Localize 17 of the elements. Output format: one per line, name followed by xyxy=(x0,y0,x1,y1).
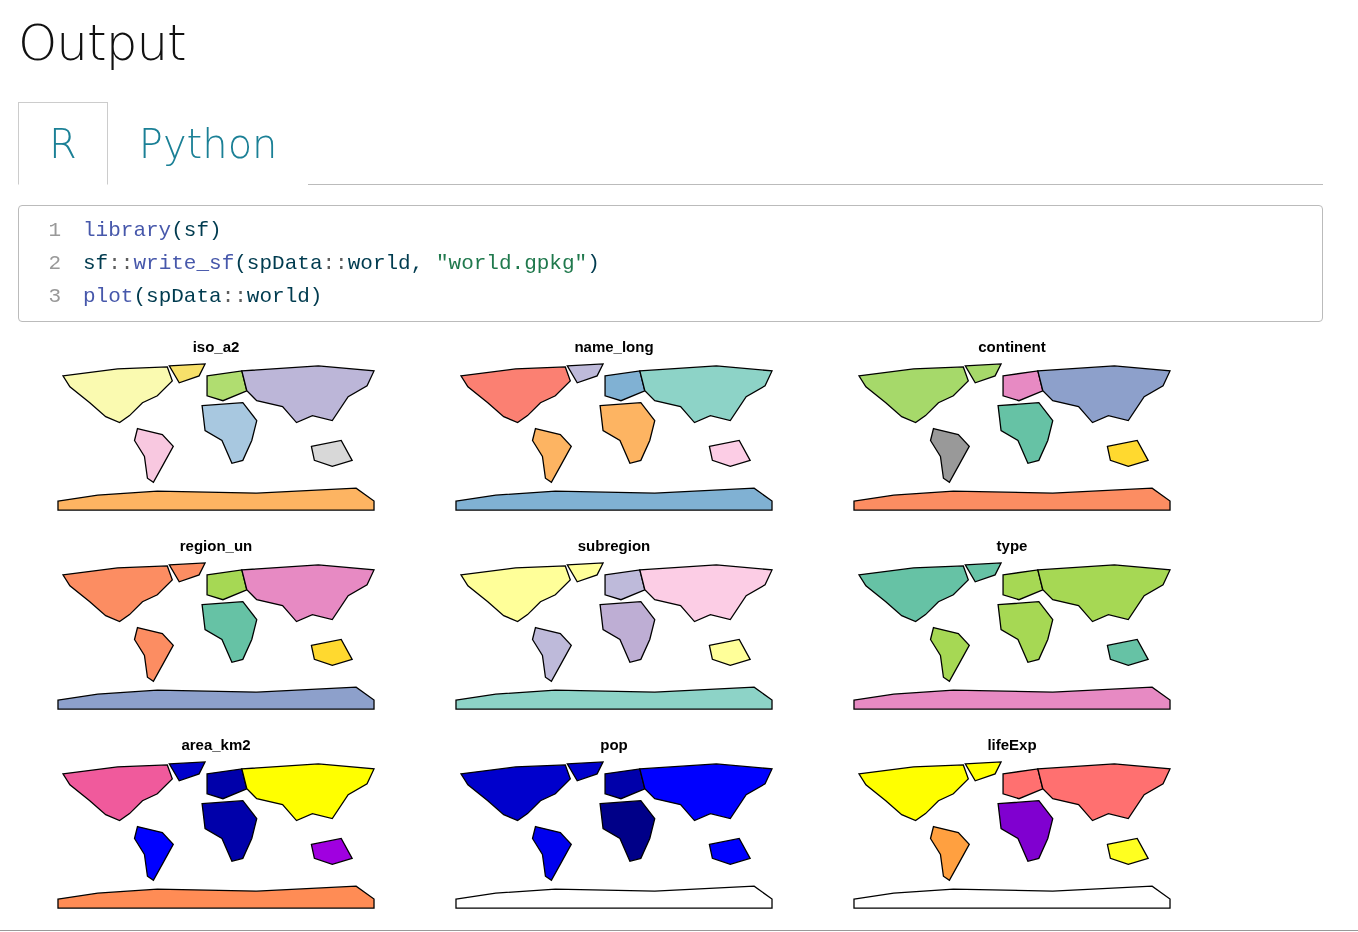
line-number: 3 xyxy=(47,285,61,308)
line-number: 2 xyxy=(47,252,61,275)
map-title: type xyxy=(995,537,1029,556)
map-title: lifeExp xyxy=(986,736,1038,755)
map-title: pop xyxy=(599,736,629,755)
map-title: subregion xyxy=(576,537,652,556)
map-title: region_un xyxy=(178,537,254,556)
map-title: iso_a2 xyxy=(191,338,241,357)
code-line: library(sf) xyxy=(83,219,222,242)
line-number: 1 xyxy=(47,219,61,242)
code-line: plot(spData::world) xyxy=(83,285,323,308)
language-tab[interactable]: R xyxy=(18,102,108,185)
code-line: sf::write_sf(spData::world, "world.gpkg") xyxy=(83,252,600,275)
map-title: name_long xyxy=(573,338,655,357)
page-heading: Output xyxy=(18,14,187,72)
map-title: continent xyxy=(977,338,1047,357)
map-title: area_km2 xyxy=(180,736,252,755)
